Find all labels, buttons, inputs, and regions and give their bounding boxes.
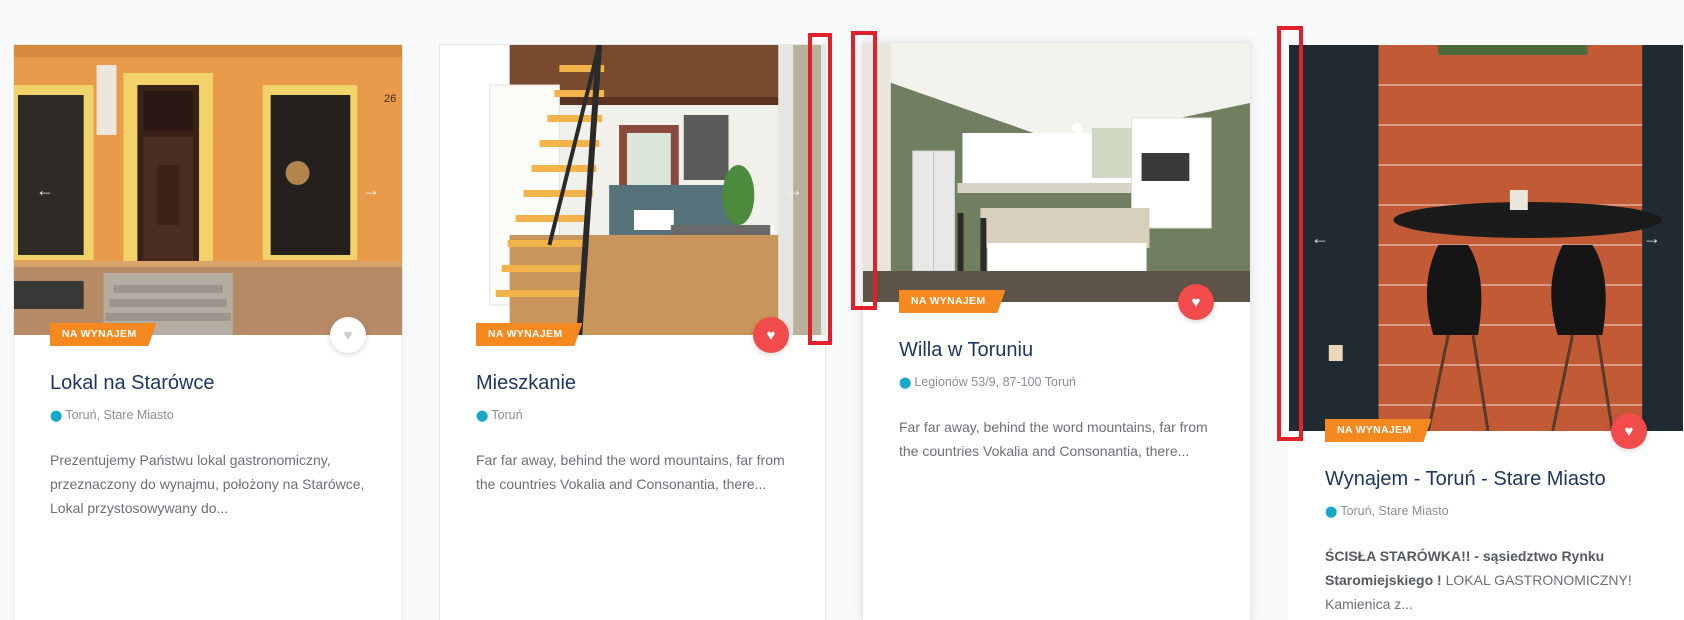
rent-badge: NA WYNAJEM bbox=[476, 323, 582, 346]
card-body: Mieszkanie ⬤ Toruń Far far away, behind … bbox=[476, 370, 795, 496]
property-photo[interactable]: ← → bbox=[1289, 45, 1683, 431]
arrow-left-icon[interactable]: ← bbox=[36, 181, 54, 199]
property-card-2[interactable]: ← → NA WYNAJEM ♥ Mieszkanie ⬤ Toruń Far … bbox=[439, 44, 826, 620]
property-description: ŚCISŁA STARÓWKA!! - sąsiedztwo Rynku Sta… bbox=[1325, 544, 1653, 616]
location-text: Toruń bbox=[491, 408, 523, 422]
property-title[interactable]: Wynajem - Toruń - Stare Miasto bbox=[1325, 466, 1653, 492]
property-title[interactable]: Mieszkanie bbox=[476, 370, 795, 396]
heart-icon: ♥ bbox=[1191, 293, 1201, 311]
property-description: Far far away, behind the word mountains,… bbox=[476, 452, 785, 492]
favorite-button[interactable]: ♥ bbox=[1178, 284, 1214, 320]
map-pin-icon: ⬤ bbox=[476, 409, 489, 422]
card-body: Willa w Toruniu ⬤ Legionów 53/9, 87-100 … bbox=[899, 337, 1220, 463]
card-body: Wynajem - Toruń - Stare Miasto ⬤ Toruń, … bbox=[1325, 466, 1653, 616]
location-text: Toruń, Stare Miasto bbox=[65, 408, 174, 422]
property-title[interactable]: Willa w Toruniu bbox=[899, 337, 1220, 363]
property-description: Prezentujemy Państwu lokal gastronomiczn… bbox=[50, 452, 365, 516]
location-text: Legionów 53/9, 87-100 Toruń bbox=[914, 375, 1077, 389]
highlight-marker bbox=[851, 31, 877, 310]
heart-icon: ♥ bbox=[343, 326, 353, 344]
property-card-3[interactable]: NA WYNAJEM ♥ Willa w Toruniu ⬤ Legionów … bbox=[862, 42, 1251, 620]
heart-icon: ♥ bbox=[1624, 422, 1634, 440]
rent-badge: NA WYNAJEM bbox=[1325, 419, 1431, 442]
arrow-right-icon[interactable]: → bbox=[785, 181, 803, 199]
property-photo[interactable]: 26 ← → bbox=[14, 45, 402, 335]
property-title[interactable]: Lokal na Starówce bbox=[50, 370, 372, 396]
property-photo[interactable]: ← → bbox=[440, 45, 825, 335]
property-location: ⬤ Legionów 53/9, 87-100 Toruń bbox=[899, 375, 1220, 389]
arrow-right-icon[interactable]: → bbox=[362, 181, 380, 199]
property-description: Far far away, behind the word mountains,… bbox=[899, 419, 1208, 459]
favorite-button[interactable]: ♥ bbox=[330, 317, 366, 353]
property-location: ⬤ Toruń, Stare Miasto bbox=[1325, 504, 1653, 518]
highlight-marker bbox=[808, 33, 832, 345]
arrow-left-icon[interactable]: ← bbox=[1311, 229, 1329, 247]
highlight-marker bbox=[1277, 26, 1303, 441]
heart-icon: ♥ bbox=[766, 326, 776, 344]
property-card-4[interactable]: ← → NA WYNAJEM ♥ Wynajem - Toruń - Stare… bbox=[1288, 44, 1684, 620]
rent-badge: NA WYNAJEM bbox=[50, 323, 156, 346]
map-pin-icon: ⬤ bbox=[50, 409, 63, 422]
favorite-button[interactable]: ♥ bbox=[1611, 413, 1647, 449]
property-location: ⬤ Toruń bbox=[476, 408, 795, 422]
property-card-1[interactable]: 26 ← → NA WYNAJEM ♥ Lokal na Starówce ⬤ … bbox=[13, 44, 403, 620]
property-photo[interactable] bbox=[863, 43, 1250, 302]
favorite-button[interactable]: ♥ bbox=[753, 317, 789, 353]
arrow-right-icon[interactable]: → bbox=[1643, 229, 1661, 247]
card-body: Lokal na Starówce ⬤ Toruń, Stare Miasto … bbox=[50, 370, 372, 520]
arrow-left-icon[interactable]: ← bbox=[462, 181, 480, 199]
property-location: ⬤ Toruń, Stare Miasto bbox=[50, 408, 372, 422]
map-pin-icon: ⬤ bbox=[899, 376, 912, 389]
map-pin-icon: ⬤ bbox=[1325, 505, 1338, 518]
rent-badge: NA WYNAJEM bbox=[899, 290, 1005, 313]
location-text: Toruń, Stare Miasto bbox=[1340, 504, 1449, 518]
house-number: 26 bbox=[384, 93, 397, 105]
